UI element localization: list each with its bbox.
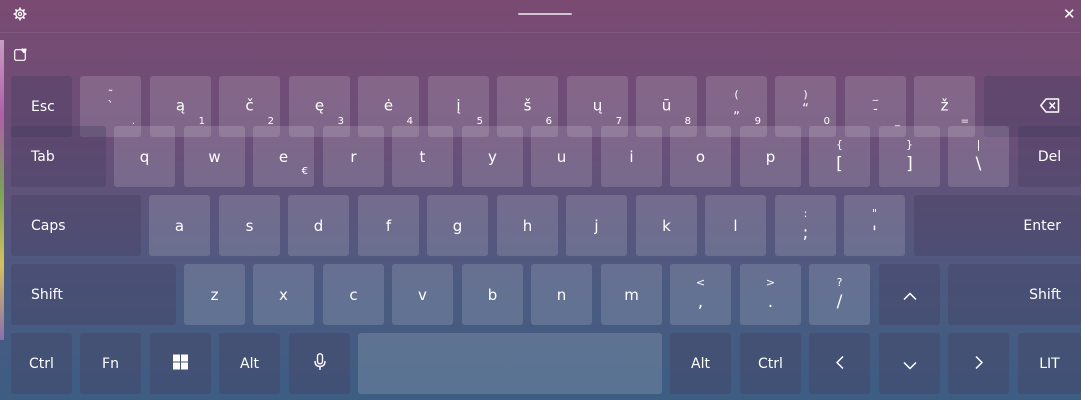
key-q[interactable]: q — [114, 126, 175, 187]
key-b[interactable]: b — [462, 264, 523, 325]
alt-left-key[interactable]: Alt — [219, 333, 280, 394]
key-a[interactable]: a — [149, 195, 210, 256]
enter-key[interactable]: Enter — [914, 195, 1081, 256]
shift-left-key[interactable]: Shift — [11, 264, 176, 325]
microphone-key[interactable] — [289, 333, 350, 394]
tab-key[interactable]: Tab — [11, 126, 106, 187]
key-j[interactable]: j — [566, 195, 627, 256]
key-i[interactable]: i — [601, 126, 662, 187]
fn-key[interactable]: Fn — [80, 333, 141, 394]
drag-handle[interactable] — [518, 13, 572, 15]
key-y[interactable]: y — [462, 126, 523, 187]
key-h[interactable]: h — [497, 195, 558, 256]
chevron-up-icon — [879, 285, 940, 304]
alt-right-key[interactable]: Alt — [670, 333, 731, 394]
titlebar-divider — [0, 32, 1081, 33]
chevron-down-icon — [879, 354, 940, 373]
key-left-bracket[interactable]: { [ — [809, 126, 870, 187]
key-u[interactable]: u — [531, 126, 592, 187]
microphone-icon — [289, 352, 350, 375]
arrow-down-key[interactable] — [879, 333, 940, 394]
key-k[interactable]: k — [636, 195, 697, 256]
key-d[interactable]: d — [288, 195, 349, 256]
backspace-icon — [1040, 98, 1060, 117]
arrow-right-key[interactable] — [948, 333, 1009, 394]
key-backslash[interactable]: | \ — [948, 126, 1009, 187]
key-quote[interactable]: " ' — [844, 195, 905, 256]
key-m[interactable]: m — [601, 264, 662, 325]
key-slash[interactable]: ? / — [809, 264, 870, 325]
del-key[interactable]: Del — [1018, 126, 1081, 187]
chevron-left-icon — [809, 354, 870, 373]
key-g[interactable]: g — [427, 195, 488, 256]
key-z[interactable]: z — [184, 264, 245, 325]
key-x[interactable]: x — [253, 264, 314, 325]
key-v[interactable]: v — [392, 264, 453, 325]
key-period[interactable]: > . — [740, 264, 801, 325]
arrow-left-key[interactable] — [809, 333, 870, 394]
close-icon[interactable]: ✕ — [1063, 6, 1077, 22]
ctrl-left-key[interactable]: Ctrl — [11, 333, 72, 394]
chevron-right-icon — [948, 354, 1009, 373]
key-comma[interactable]: < , — [670, 264, 731, 325]
key-f[interactable]: f — [358, 195, 419, 256]
key-o[interactable]: o — [670, 126, 731, 187]
key-semicolon[interactable]: : ; — [775, 195, 836, 256]
key-t[interactable]: t — [392, 126, 453, 187]
keyboard-titlebar: ✕ — [0, 0, 1081, 33]
space-key[interactable] — [358, 333, 662, 394]
key-l[interactable]: l — [705, 195, 766, 256]
key-e[interactable]: e € — [253, 126, 314, 187]
arrow-up-key[interactable] — [879, 264, 940, 325]
key-right-bracket[interactable]: } ] — [879, 126, 940, 187]
key-p[interactable]: p — [740, 126, 801, 187]
key-n[interactable]: n — [531, 264, 592, 325]
key-r[interactable]: r — [323, 126, 384, 187]
shift-right-key[interactable]: Shift — [948, 264, 1081, 325]
desktop-edge — [0, 40, 4, 340]
ctrl-right-key[interactable]: Ctrl — [740, 333, 801, 394]
key-w[interactable]: w — [184, 126, 245, 187]
key-c[interactable]: c — [323, 264, 384, 325]
key-s[interactable]: s — [219, 195, 280, 256]
caps-key[interactable]: Caps — [11, 195, 141, 256]
windows-logo-icon — [150, 354, 211, 373]
gear-icon[interactable] — [13, 7, 27, 21]
clipboard-heart-icon[interactable] — [14, 46, 27, 61]
language-key[interactable]: LIT — [1018, 333, 1081, 394]
windows-key[interactable] — [150, 333, 211, 394]
